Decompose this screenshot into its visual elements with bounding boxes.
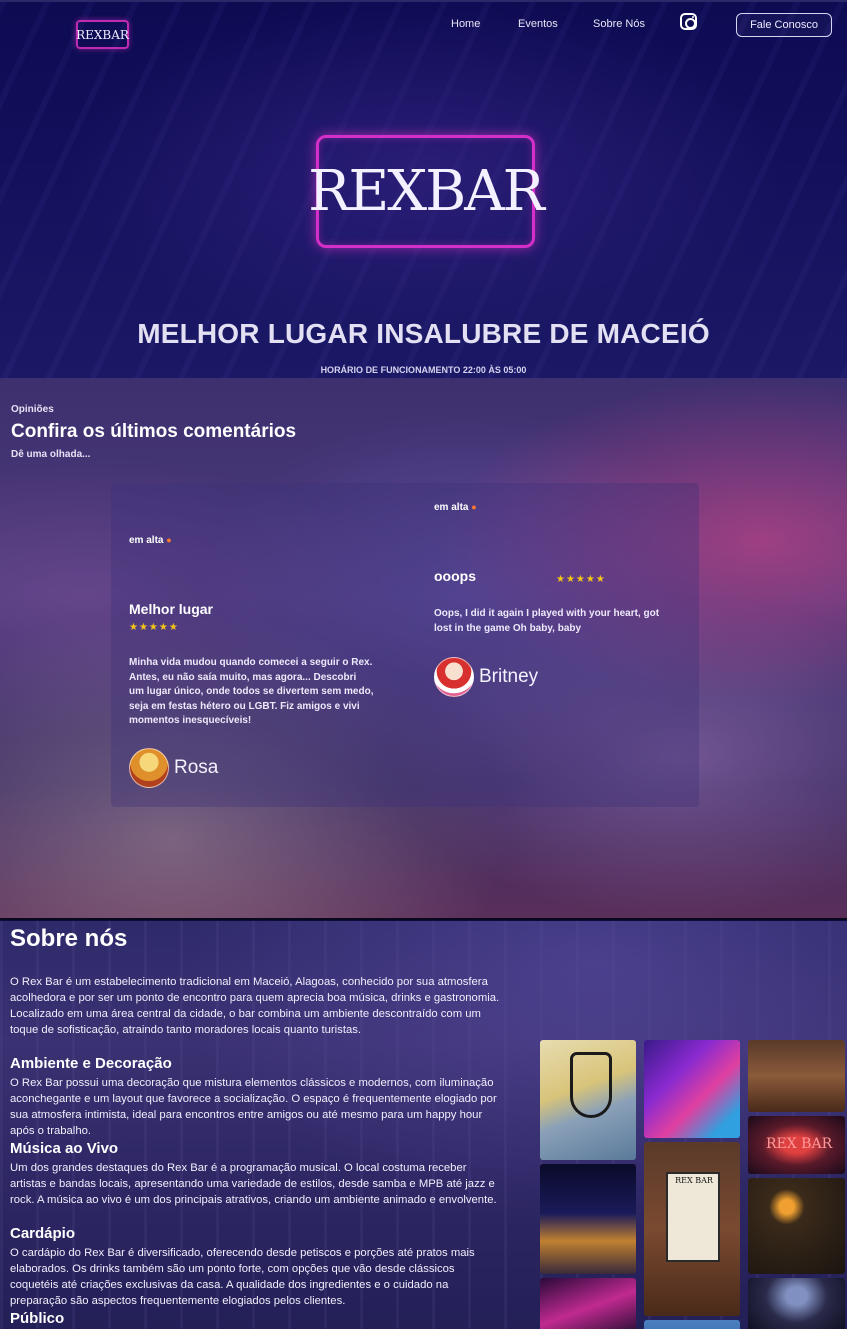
photo-gallery: REX BAR REX BAR [540, 1040, 847, 1329]
gallery-photo[interactable] [748, 1040, 845, 1112]
about-text-ambiente: O Rex Bar possui uma decoração que mistu… [10, 1077, 497, 1137]
neon-sign: REX BAR [766, 1136, 833, 1152]
gallery-photo[interactable] [644, 1040, 740, 1138]
fire-icon: ● [471, 502, 477, 512]
wall-sign [666, 1172, 720, 1262]
author-name: Britney [479, 666, 539, 687]
review-text: Minha vida mudou quando comecei a seguir… [129, 657, 374, 726]
hero-title: MELHOR LUGAR INSALUBRE DE MACEIÓ [137, 318, 710, 349]
trending-badge: em alta ● [434, 502, 477, 513]
trending-label: em alta [434, 502, 469, 513]
gallery-photo[interactable] [540, 1040, 636, 1160]
about-heading-ambiente: Ambiente e Decoração [10, 1055, 172, 1072]
hero-section: REXBAR Home Eventos Sobre Nós Fale Conos… [0, 0, 847, 378]
hero-logo: REXBAR [308, 135, 545, 248]
about-heading-cardapio: Cardápio [10, 1225, 76, 1242]
about-heading-musica: Música ao Vivo [10, 1140, 119, 1157]
reviews-title: Confira os últimos comentários [11, 421, 297, 442]
trending-badge: em alta ● [129, 535, 379, 546]
about-intro: O Rex Bar é um estabelecimento tradicion… [10, 976, 500, 1036]
gallery-photo[interactable] [644, 1320, 740, 1329]
review-author: Rosa [129, 748, 218, 788]
review-text: Oops, I did it again I played with your … [434, 608, 660, 634]
gallery-photo[interactable] [540, 1164, 636, 1274]
contact-button[interactable]: Fale Conosco [736, 13, 832, 37]
nav-logo[interactable]: REXBAR [76, 20, 129, 49]
avatar [129, 748, 169, 788]
about-section: Sobre nós O Rex Bar é um estabelecimento… [0, 921, 847, 1329]
about-heading-publico: Público [10, 1310, 65, 1327]
opening-hours: HORÁRIO DE FUNCIONAMENTO 22:00 ÀS 05:00 [320, 365, 527, 375]
about-text-musica: Um dos grandes destaques do Rex Bar é a … [10, 1162, 497, 1206]
review-title: Melhor lugar [129, 601, 214, 617]
nav-link-home[interactable]: Home [451, 18, 480, 30]
about-text-cardapio: O cardápio do Rex Bar é diversificado, o… [10, 1247, 475, 1307]
reviews-section: Opiniões Confira os últimos comentários … [0, 378, 847, 920]
reviews-kicker: Opiniões [11, 404, 54, 415]
gallery-photo[interactable]: REX BAR [748, 1116, 845, 1174]
gallery-photo[interactable] [540, 1278, 636, 1329]
gallery-photo[interactable] [748, 1278, 845, 1329]
review-author: Britney [434, 657, 538, 697]
rating-stars: ★★★★★ [129, 622, 179, 633]
review-card: em alta ● [129, 535, 379, 546]
reviews-subtitle: Dê uma olhada... [11, 449, 91, 460]
trending-label: em alta [129, 535, 164, 546]
review-card: em alta ● [434, 502, 477, 513]
gallery-photo[interactable]: REX BAR [644, 1142, 740, 1316]
author-name: Rosa [174, 757, 219, 778]
nav-link-eventos[interactable]: Eventos [518, 18, 558, 30]
avatar [434, 657, 474, 697]
about-title: Sobre nós [10, 925, 128, 952]
rating-stars: ★★★★★ [556, 574, 606, 585]
gallery-photo[interactable] [748, 1178, 845, 1274]
nav-link-sobre-nos[interactable]: Sobre Nós [593, 18, 645, 30]
section-divider [0, 918, 847, 920]
wall-sign-text: REX BAR [675, 1176, 713, 1185]
review-title: ooops [434, 568, 476, 584]
instagram-icon[interactable] [680, 13, 697, 30]
fire-icon: ● [166, 535, 172, 545]
